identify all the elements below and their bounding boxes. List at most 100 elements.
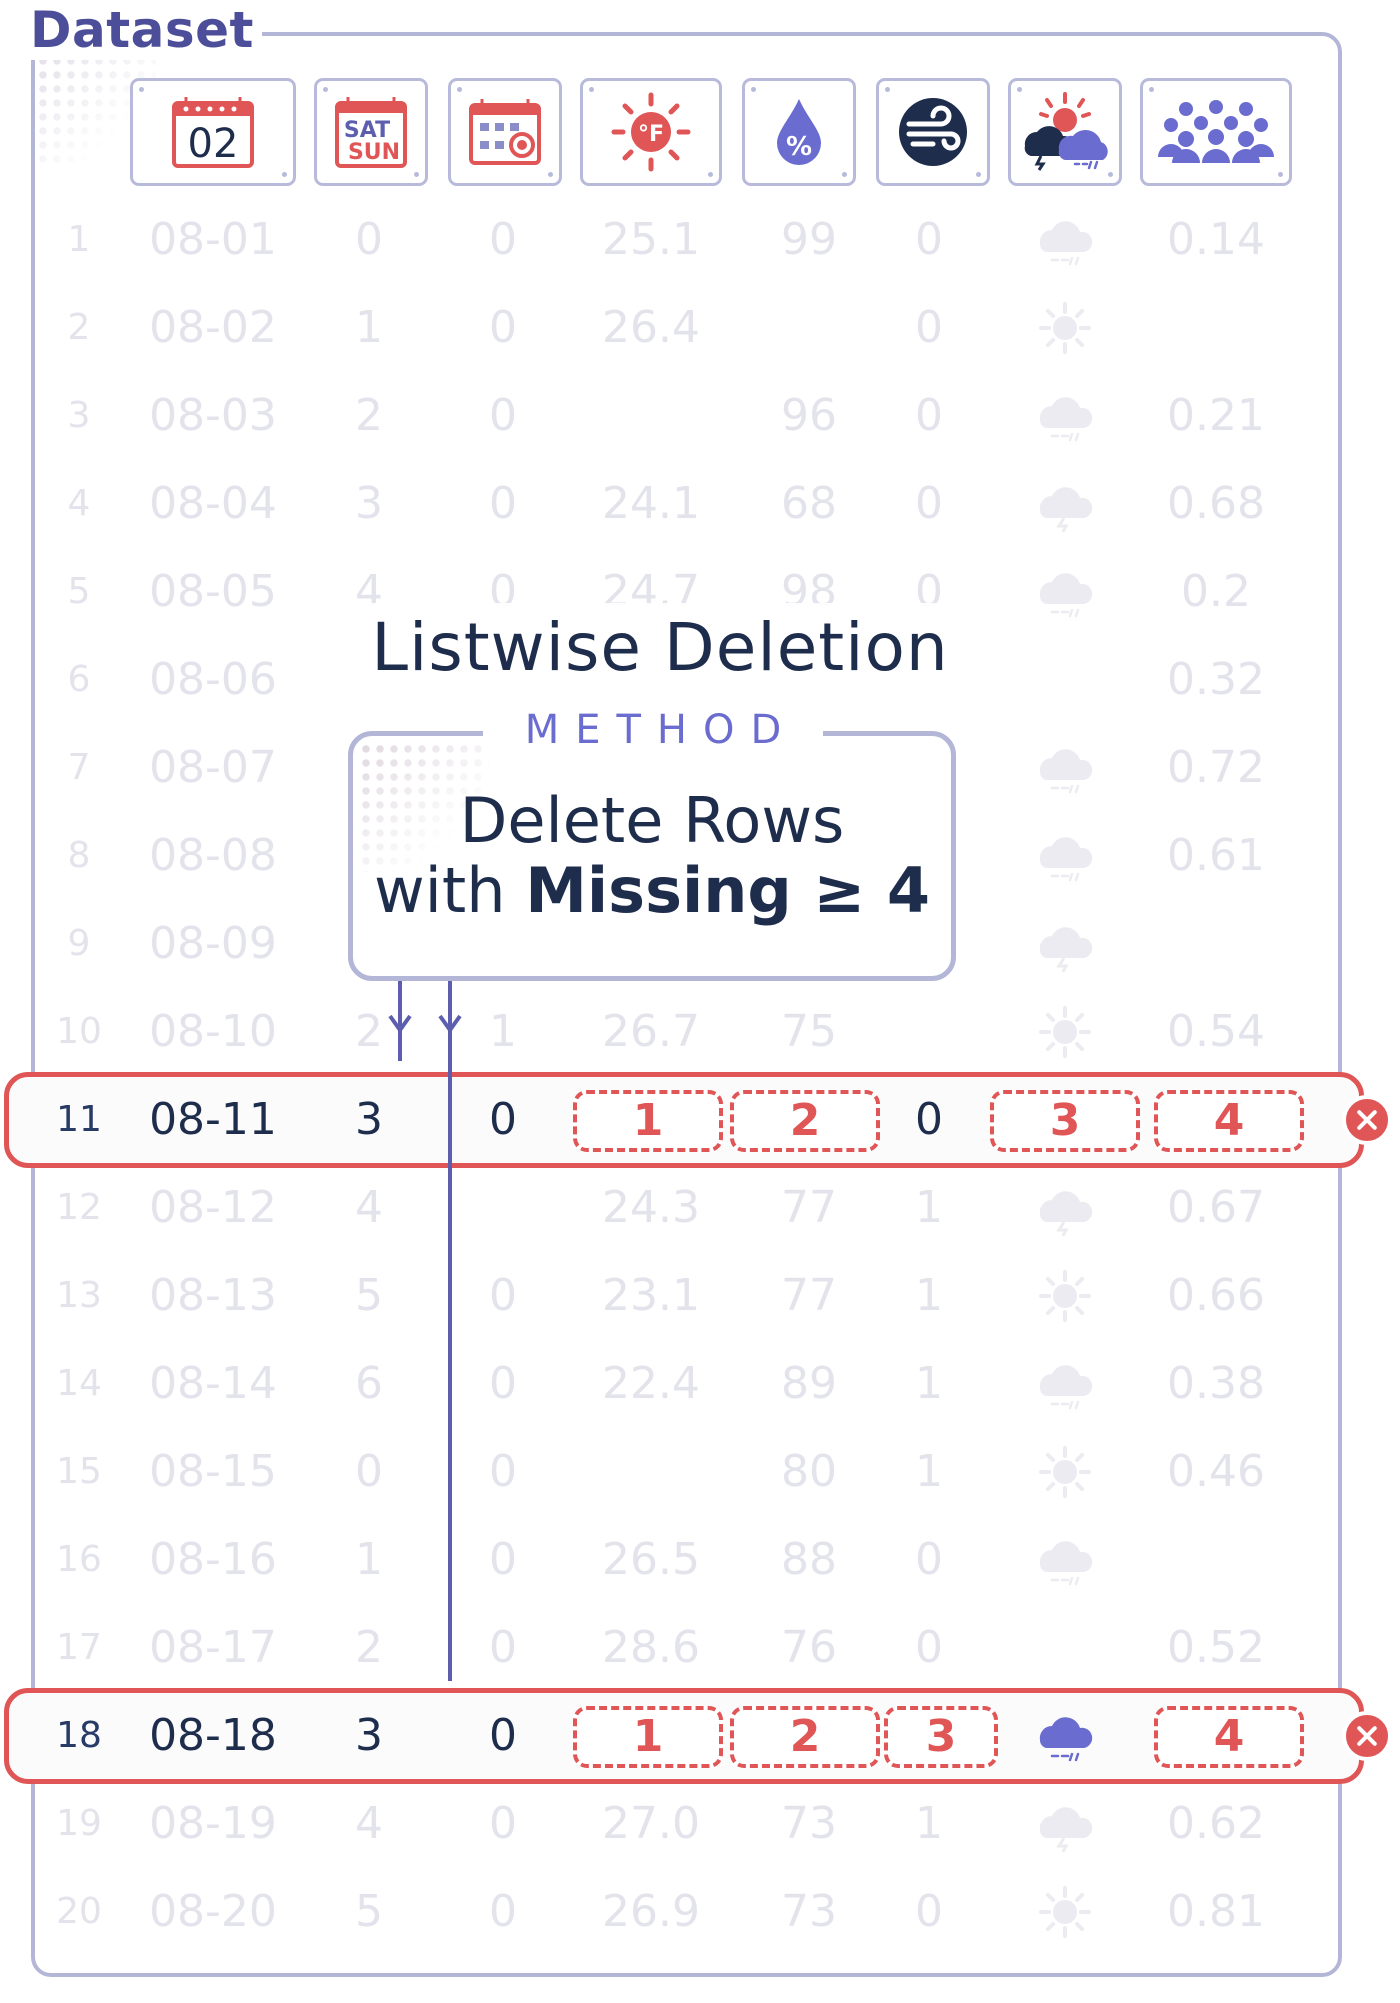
rain-cloud-icon: [1039, 221, 1093, 266]
cell-weekday: 4: [355, 1798, 383, 1849]
cell-temp: 27.0: [602, 1798, 700, 1849]
cell-holiday: 0: [489, 214, 517, 265]
rain-cloud-icon: [1039, 749, 1093, 794]
cell-count: 0.67: [1167, 1182, 1265, 1233]
cell-count: 0.61: [1167, 830, 1265, 881]
method-card: METHOD Delete Rows with Missing ≥ 4: [348, 702, 956, 981]
row-number: 1: [67, 219, 91, 260]
cell-holiday: 0: [489, 1534, 517, 1585]
cell-humidity: 73: [781, 1886, 837, 1937]
weather-cell: [1004, 196, 1126, 284]
row-number: 16: [56, 1539, 102, 1580]
method-tag: METHOD: [483, 702, 823, 758]
cell-wind: 0: [915, 302, 943, 353]
cell-date: 08-12: [149, 1182, 277, 1233]
humidity-percent-text: %: [786, 132, 812, 162]
header-humidity: %: [742, 78, 856, 186]
cell-wind: 1: [915, 1446, 943, 1497]
weather-cell: [1004, 548, 1126, 636]
missing-value-marker: 2: [730, 1706, 880, 1768]
cell-temp: [580, 1428, 722, 1516]
row-number: 8: [67, 835, 91, 876]
cell-date: 08-10: [149, 1006, 277, 1057]
weather-cell: [1004, 1868, 1126, 1956]
weather-cell: [1004, 1604, 1126, 1692]
wind-icon: [899, 98, 967, 166]
weather-cell: [1004, 1428, 1126, 1516]
table-row: 20 08-20 5 0 26.9 73 0 0.81: [0, 1868, 1400, 1956]
header-holiday: [448, 78, 562, 186]
cell-weekday: 1: [355, 1534, 383, 1585]
cell-temp: 26.5: [602, 1534, 700, 1585]
cell-wind: 1: [915, 1270, 943, 1321]
cell-holiday: 0: [489, 1886, 517, 1937]
rain-cloud-icon: [1039, 837, 1093, 882]
row-number: 18: [56, 1715, 102, 1756]
cell-weekday: 0: [355, 1446, 383, 1497]
cell-count: 0.46: [1167, 1446, 1265, 1497]
cell-date: 08-20: [149, 1886, 277, 1937]
cell-count: 0.81: [1167, 1886, 1265, 1937]
cell-weekday: 3: [355, 478, 383, 529]
delete-row-icon: [1342, 1711, 1392, 1761]
sun-icon: [1039, 1270, 1091, 1322]
row-number: 9: [67, 923, 91, 964]
table-row: 14 08-14 6 0 22.4 89 1 0.38: [0, 1340, 1400, 1428]
rain-cloud-icon: [1039, 1541, 1093, 1586]
weather-cell: [1004, 724, 1126, 812]
row-number: 7: [67, 747, 91, 788]
dataset-title: Dataset: [22, 0, 262, 60]
weather-cell: [1004, 812, 1126, 900]
storm-icon: [1039, 487, 1093, 532]
humidity-drop-icon: %: [777, 99, 821, 165]
cell-wind: 1: [915, 1798, 943, 1849]
cell-wind: 1: [915, 1182, 943, 1233]
weather-cell: [1004, 1340, 1126, 1428]
table-row: 3 08-03 2 0 96 0 0.21: [0, 372, 1400, 460]
cell-temp: 23.1: [602, 1270, 700, 1321]
missing-value-marker: 1: [573, 1090, 723, 1152]
missing-value-marker: 3: [990, 1090, 1140, 1152]
table-row: 2 08-02 1 0 26.4 0: [0, 284, 1400, 372]
weather-cell: [1004, 900, 1126, 988]
cell-weekday: 1: [355, 302, 383, 353]
cell-humidity: 89: [781, 1358, 837, 1409]
weather-cell: [1004, 1780, 1126, 1868]
table-row: 17 08-17 2 0 28.6 76 0 0.52: [0, 1604, 1400, 1692]
cell-weekday: 5: [355, 1886, 383, 1937]
weekend-text-bottom: SUN: [348, 140, 400, 165]
cell-count: [1140, 284, 1292, 372]
cell-count: 0.68: [1167, 478, 1265, 529]
cell-wind: [870, 988, 988, 1076]
cell-count: 0.14: [1167, 214, 1265, 265]
cell-temp: 26.4: [602, 302, 700, 353]
cell-humidity: 88: [781, 1534, 837, 1585]
rain-cloud-icon: [1039, 1365, 1093, 1410]
row-number: 13: [56, 1275, 102, 1316]
weather-cell: [1004, 460, 1126, 548]
cell-count: 0.38: [1167, 1358, 1265, 1409]
cell-temp: 24.1: [602, 478, 700, 529]
sun-icon: [1039, 302, 1091, 354]
cell-weekday: 4: [355, 1182, 383, 1233]
missing-value-marker: 1: [573, 1706, 723, 1768]
cell-count: 0.54: [1167, 1006, 1265, 1057]
cell-count: 0.21: [1167, 390, 1265, 441]
cell-date: 08-09: [149, 918, 277, 969]
weekend-calendar-icon: SAT SUN: [335, 97, 407, 168]
cell-count: [1140, 1516, 1292, 1604]
cell-date: 08-17: [149, 1622, 277, 1673]
cell-weekday: 3: [355, 1710, 383, 1761]
header-temperature: °F: [580, 78, 722, 186]
cell-humidity: 76: [781, 1622, 837, 1673]
cell-date: 08-15: [149, 1446, 277, 1497]
cell-date: 08-04: [149, 478, 277, 529]
cell-weekday: 5: [355, 1270, 383, 1321]
cell-wind: 0: [915, 214, 943, 265]
cell-date: 08-02: [149, 302, 277, 353]
storm-icon: [1039, 1191, 1093, 1236]
cell-count: [1140, 900, 1292, 988]
table-row: 12 08-12 4 24.3 77 1 0.67: [0, 1164, 1400, 1252]
cell-date: 08-07: [149, 742, 277, 793]
table-row: 4 08-04 3 0 24.1 68 0 0.68: [0, 460, 1400, 548]
